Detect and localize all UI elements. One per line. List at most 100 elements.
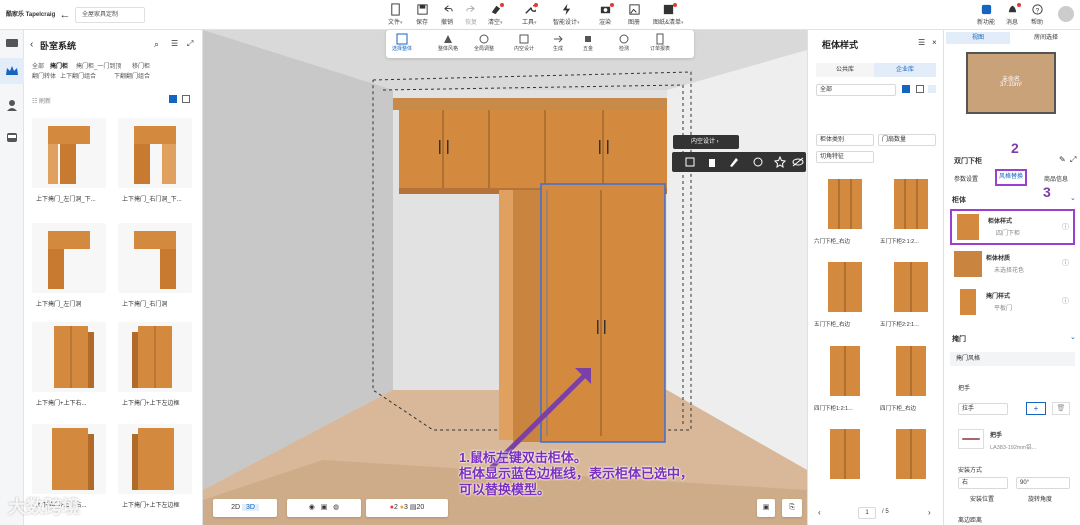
undo-button[interactable]: 撤销 — [440, 3, 454, 26]
angle-select[interactable]: 90° — [1016, 477, 1070, 489]
cabinet-material-row[interactable]: 柜体材质 未选择花色 ⓘ — [952, 249, 1077, 283]
add-handle-button[interactable]: + — [1026, 402, 1046, 415]
generate-button[interactable]: 生成 — [552, 33, 564, 52]
tab-full-height[interactable]: 掩门柜_一门到顶 — [76, 61, 121, 70]
list-view-icon[interactable] — [182, 95, 190, 103]
door-count-select[interactable]: 门扇数量 — [878, 134, 936, 146]
replace-icon[interactable] — [752, 156, 764, 168]
style-item[interactable] — [878, 425, 942, 503]
tab-style-replace[interactable]: 风格替换 — [995, 169, 1027, 186]
catalog-item[interactable]: 上下掩门+上下左边框 — [114, 424, 196, 524]
drawings-list-button[interactable]: 图纸&清单▾ — [653, 3, 684, 26]
filter-toggle-icon[interactable] — [928, 85, 936, 93]
next-page-icon[interactable]: › — [928, 508, 931, 517]
messages-button[interactable]: 消息 — [1005, 3, 1021, 26]
back-chevron-icon[interactable]: ‹ — [30, 39, 33, 50]
tab-view[interactable]: 视图 — [946, 32, 1010, 44]
grid-view-icon[interactable] — [902, 85, 910, 93]
collapse-cabinet-icon[interactable]: ⌄ — [1070, 194, 1076, 202]
smart-design-button[interactable]: 智能设计▾ — [553, 3, 580, 26]
export-button[interactable]: ⎘ — [782, 499, 802, 517]
corner-feature-select[interactable]: 切角特征 — [816, 151, 874, 163]
catalog-item[interactable]: 上下掩门_左门洞 — [28, 223, 110, 323]
check-button[interactable]: 检测 — [618, 33, 630, 52]
style-item[interactable]: 五门下柜2:2:1... — [878, 258, 942, 336]
prev-page-icon[interactable]: ‹ — [818, 508, 821, 517]
save-button[interactable]: 保存 — [415, 3, 429, 26]
tab-params[interactable]: 参数设置 — [954, 174, 978, 183]
tab-flip[interactable]: 翻门转体 — [32, 71, 56, 80]
catalog-item[interactable]: 上下掩门+上下右... — [28, 322, 110, 422]
menu-icon[interactable]: ☰ — [918, 38, 925, 47]
inner-design-tag[interactable]: 内空设计 › — [673, 135, 739, 149]
view-options[interactable]: ◉ ▣ ◍ — [287, 499, 361, 517]
file-menu-button[interactable]: 文件▾ — [388, 3, 403, 26]
floorplan-minimap[interactable]: 未命名 37.10m² — [966, 52, 1056, 114]
category-select[interactable]: 全部 — [816, 84, 896, 96]
filter-icon[interactable]: ☰ — [171, 39, 178, 48]
info-icon[interactable]: ⓘ — [1062, 296, 1069, 306]
inner-design-button[interactable]: 内空设计 — [514, 33, 534, 52]
mode-3d-button[interactable]: 3D — [241, 504, 259, 511]
handle-type-select[interactable]: 拉手 — [958, 403, 1008, 415]
help-button[interactable]: ? 帮助 — [1030, 3, 1044, 26]
grid-view-icon[interactable] — [169, 95, 177, 103]
hardware-button[interactable]: 五金 — [582, 33, 594, 52]
style-item[interactable]: 四门下柜_右边 — [878, 342, 942, 420]
catalog-item[interactable]: 上下掩门_右门洞 — [114, 223, 196, 323]
catalog-item[interactable]: 上下掩门+上下左边框 — [114, 322, 196, 422]
delete-icon[interactable] — [706, 156, 718, 168]
album-button[interactable]: 图册 — [627, 3, 641, 26]
door-style-row[interactable]: 掩门样式 平板门 ⓘ — [952, 287, 1077, 321]
tab-swing-door[interactable]: 掩门柜 — [50, 61, 68, 70]
tab-updown-combo[interactable]: 上下翻门组合 — [60, 71, 96, 80]
catalog-item[interactable]: 上下掩门_左门洞_下... — [28, 118, 110, 218]
user-icon[interactable] — [5, 98, 19, 112]
cabinet-style-row[interactable]: 柜体样式 四门下柜 ⓘ — [950, 209, 1075, 245]
cabinet-type-select[interactable]: 柜体类别 — [816, 134, 874, 146]
tab-public-library[interactable]: 公共库 — [816, 63, 874, 77]
back-button[interactable]: ← — [56, 7, 74, 23]
redo-button[interactable]: 恢复 — [464, 3, 478, 26]
mode-2d-button[interactable]: 2D — [231, 504, 240, 511]
order-report-button[interactable]: 订单报表 — [650, 33, 670, 52]
page-input[interactable]: 1 — [858, 507, 876, 519]
new-features-button[interactable]: 新功能 — [977, 3, 995, 26]
copy-icon[interactable] — [684, 156, 696, 168]
material-icon[interactable] — [728, 156, 740, 168]
install-side-select[interactable]: 右 — [958, 477, 1008, 489]
tab-down-combo[interactable]: 下翻翻门组合 — [114, 71, 150, 80]
view-mode-switch[interactable]: 2D 3D — [213, 499, 277, 517]
expand-icon[interactable]: ⤢ — [1070, 155, 1076, 165]
style-item[interactable]: 四门下柜1:2:1... — [812, 342, 876, 420]
tv-cabinet-icon[interactable] — [5, 36, 19, 50]
star-icon[interactable] — [774, 156, 786, 168]
overall-style-button[interactable]: 整体风格 — [438, 33, 458, 52]
list-view-icon[interactable] — [916, 85, 924, 93]
check-counts[interactable]: ●2 ●3 ▤20 — [366, 499, 448, 517]
tab-enterprise-library[interactable]: 企业库 — [874, 63, 936, 77]
collapse-door-icon[interactable]: ⌄ — [1070, 333, 1076, 341]
tab-product-info[interactable]: 商品信息 — [1044, 174, 1068, 183]
avatar[interactable] — [1058, 6, 1074, 22]
style-item[interactable]: 五门下柜2:1:2... — [878, 175, 942, 253]
collapse-icon[interactable]: ⤢ — [187, 39, 193, 49]
catalog-item[interactable]: 上下掩门_右门洞_下... — [114, 118, 196, 218]
refresh-button[interactable]: ☷ 刷新 — [32, 96, 51, 105]
door-style-subsection[interactable]: 掩门风格 — [950, 352, 1075, 366]
render-button[interactable]: 渲染 — [598, 3, 614, 26]
info-icon[interactable]: ⓘ — [1062, 258, 1069, 268]
tab-room-select[interactable]: 房间选择 — [1014, 32, 1078, 44]
search-icon[interactable]: ⌕ — [154, 39, 159, 50]
hide-icon[interactable] — [792, 156, 804, 168]
tab-all[interactable]: 全部 — [32, 61, 44, 70]
project-name-dropdown[interactable]: 全屋家具定制 — [75, 7, 145, 23]
tools-button[interactable]: 工具▾ — [522, 3, 539, 26]
close-icon[interactable]: × — [932, 38, 937, 47]
style-item[interactable]: 五门下柜_右边 — [812, 258, 876, 336]
delete-handle-button[interactable]: 🗑 — [1052, 402, 1070, 415]
bus-icon[interactable] — [5, 131, 19, 145]
info-icon[interactable]: ⓘ — [1062, 222, 1069, 232]
tab-sliding[interactable]: 移门柜 — [132, 61, 150, 70]
style-item[interactable] — [812, 425, 876, 503]
